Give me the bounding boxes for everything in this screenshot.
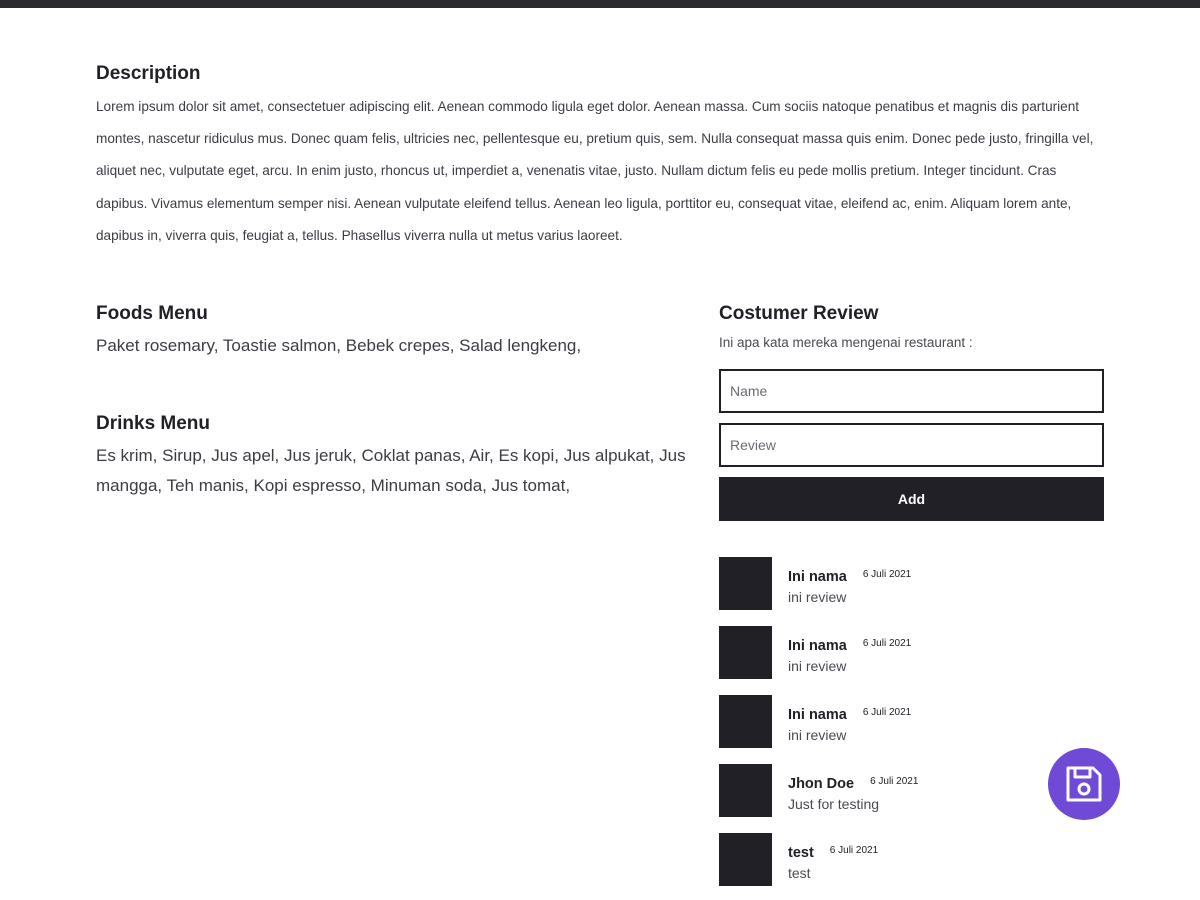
reviewer-avatar [719,557,772,610]
review-item: Ini nama 6 Juli 2021 ini review [719,557,1104,610]
review-item: Jhon Doe 6 Juli 2021 Just for testing [719,764,1104,817]
review-date: 6 Juli 2021 [870,776,919,787]
reviewer-avatar [719,833,772,886]
add-review-button[interactable]: Add [719,477,1104,521]
foods-menu-text: Paket rosemary, Toastie salmon, Bebek cr… [96,336,582,355]
review-section-subtitle: Ini apa kata mereka mengenai restaurant … [719,335,973,350]
reviewer-name: Ini nama [788,638,847,654]
drinks-menu-text: Es krim, Sirup, Jus apel, Jus jeruk, Cok… [96,446,686,495]
review-date: 6 Juli 2021 [862,638,912,649]
review-text: ini review [788,589,847,605]
review-date: 6 Juli 2021 [829,845,879,856]
review-text: ini review [788,658,847,674]
review-date: 6 Juli 2021 [862,569,912,580]
reviewer-avatar [719,626,772,679]
review-item: Ini nama 6 Juli 2021 ini review [719,695,1104,748]
description-text: Lorem ipsum dolor sit amet, consectetuer… [96,99,1094,243]
save-fab-button[interactable] [1048,748,1120,820]
name-input[interactable] [719,369,1104,413]
review-text: ini review [788,727,847,743]
top-bar [0,0,1200,8]
reviewer-name: Jhon Doe [788,776,855,792]
review-text: Just for testing [788,796,880,812]
reviewer-avatar [719,764,772,817]
reviewer-name: test [788,845,814,861]
review-item: Ini nama 6 Juli 2021 ini review [719,626,1104,679]
save-icon [1066,766,1102,802]
description-title: Description [96,63,201,84]
reviewer-avatar [719,695,772,748]
review-input[interactable] [719,423,1104,467]
review-date: 6 Juli 2021 [862,707,912,718]
reviewer-name: Ini nama [788,569,847,585]
foods-menu-title: Foods Menu [96,303,208,324]
drinks-menu-title: Drinks Menu [96,413,211,434]
review-text: test [788,865,811,881]
review-item: test 6 Juli 2021 test [719,833,1104,886]
review-section-title: Costumer Review [719,303,879,324]
reviewer-name: Ini nama [788,707,847,723]
